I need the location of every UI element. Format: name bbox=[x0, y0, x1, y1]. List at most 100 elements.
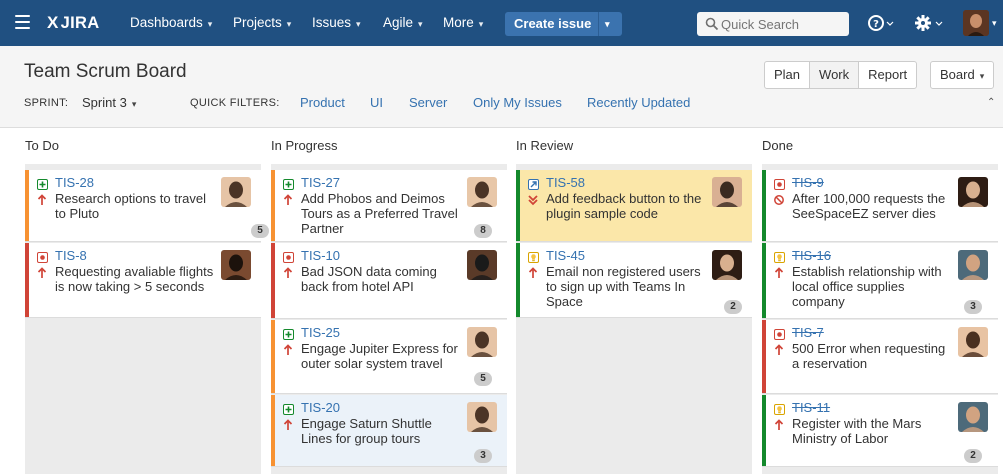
major-priority-icon bbox=[283, 194, 293, 206]
issue-key-link[interactable]: TIS-45 bbox=[546, 248, 585, 263]
jira-logo[interactable]: X JIRA bbox=[47, 0, 99, 46]
collapse-header-icon[interactable]: ⌃ bbox=[987, 97, 995, 108]
issue-summary: Engage Jupiter Express for outer solar s… bbox=[301, 341, 458, 371]
board-menu-button[interactable]: Board ▾ bbox=[931, 62, 993, 88]
major-priority-icon bbox=[37, 267, 47, 279]
column-status-bar bbox=[516, 243, 520, 317]
major-priority-icon bbox=[774, 419, 784, 431]
issue-summary: Email non registered users to sign up wi… bbox=[546, 264, 701, 309]
story-issue-type-icon bbox=[283, 403, 294, 415]
idea-issue-type-icon bbox=[774, 251, 785, 263]
issue-card[interactable]: TIS-9 After 100,000 requests the SeeSpace… bbox=[762, 170, 998, 242]
column-status-bar bbox=[271, 243, 275, 318]
chevron-down-icon: ▾ bbox=[286, 19, 292, 29]
issue-summary: 500 Error when requesting a reservation bbox=[792, 341, 946, 371]
nav-issues[interactable]: Issues ▾ bbox=[312, 0, 361, 46]
issue-card[interactable]: TIS-11 Register with the Mars Ministry of… bbox=[762, 395, 998, 467]
story-points-badge: 8 bbox=[474, 224, 492, 238]
nav-dashboards[interactable]: Dashboards ▾ bbox=[130, 0, 212, 46]
bug-issue-type-icon bbox=[774, 178, 785, 190]
plan-mode-button[interactable]: Plan bbox=[765, 62, 811, 88]
idea-issue-type-icon bbox=[528, 251, 539, 263]
bug-issue-type-icon bbox=[283, 251, 294, 263]
create-options-chevron-icon[interactable]: ▾ bbox=[605, 12, 610, 36]
column-status-bar bbox=[25, 170, 29, 241]
quick-filter-product[interactable]: Product bbox=[300, 95, 345, 110]
user-menu-chevron-icon[interactable]: ▾ bbox=[992, 0, 997, 46]
quick-filter-ui[interactable]: UI bbox=[370, 95, 383, 110]
nav-more[interactable]: More ▾ bbox=[443, 0, 483, 46]
assignee-avatar[interactable] bbox=[467, 250, 497, 280]
issue-key-link[interactable]: TIS-11 bbox=[792, 400, 830, 415]
nav-agile[interactable]: Agile ▾ bbox=[383, 0, 423, 46]
issue-card[interactable]: TIS-8 Requesting avaliable flights is now… bbox=[25, 243, 261, 318]
nav-projects[interactable]: Projects ▾ bbox=[233, 0, 291, 46]
issue-card[interactable]: TIS-58 Add feedback button to the plugin … bbox=[516, 170, 752, 242]
issue-summary: Bad JSON data coming back from hotel API bbox=[301, 264, 437, 294]
issue-summary: After 100,000 requests the SeeSpaceEZ se… bbox=[792, 191, 946, 221]
assignee-avatar[interactable] bbox=[712, 177, 742, 207]
issue-card[interactable]: TIS-28 Research options to travel to Plut… bbox=[25, 170, 269, 242]
column-status-bar bbox=[762, 243, 766, 318]
major-priority-icon bbox=[283, 344, 293, 356]
issue-card[interactable]: TIS-10 Bad JSON data coming back from hot… bbox=[271, 243, 507, 319]
column-status-bar bbox=[25, 243, 29, 317]
assignee-avatar[interactable] bbox=[958, 250, 988, 280]
search-input[interactable] bbox=[721, 14, 843, 34]
issue-key-link[interactable]: TIS-8 bbox=[55, 248, 87, 263]
issue-card[interactable]: TIS-27 Add Phobos and Deimos Tours as a P… bbox=[271, 170, 507, 242]
assignee-avatar[interactable] bbox=[467, 177, 497, 207]
column-header-in-progress: In Progress bbox=[271, 138, 338, 153]
issue-card[interactable]: TIS-45 Email non registered users to sign… bbox=[516, 243, 752, 318]
app-switcher-icon[interactable] bbox=[15, 15, 30, 29]
assignee-avatar[interactable] bbox=[958, 327, 988, 357]
gear-icon[interactable] bbox=[914, 14, 944, 32]
chevron-down-icon: ▾ bbox=[207, 19, 213, 29]
sprint-label: SPRINT: bbox=[24, 97, 69, 109]
issue-key-link[interactable]: TIS-16 bbox=[792, 248, 831, 263]
major-priority-icon bbox=[774, 267, 784, 279]
assignee-avatar[interactable] bbox=[712, 250, 742, 280]
major-priority-icon bbox=[283, 419, 293, 431]
quick-filter-only-my-issues[interactable]: Only My Issues bbox=[473, 95, 562, 110]
work-mode-button[interactable]: Work bbox=[810, 62, 860, 88]
story-points-badge: 3 bbox=[964, 300, 982, 314]
story-issue-type-icon bbox=[37, 178, 48, 190]
quick-search[interactable] bbox=[697, 12, 849, 36]
major-priority-icon bbox=[528, 267, 538, 279]
issue-card[interactable]: TIS-16 Establish relationship with local … bbox=[762, 243, 998, 319]
assignee-avatar[interactable] bbox=[221, 250, 251, 280]
issue-summary: Establish relationship with local office… bbox=[792, 264, 942, 309]
issue-key-link[interactable]: TIS-58 bbox=[546, 175, 585, 190]
assignee-avatar[interactable] bbox=[467, 327, 497, 357]
issue-key-link[interactable]: TIS-20 bbox=[301, 400, 340, 415]
major-priority-icon bbox=[283, 267, 293, 279]
chevron-down-icon: ▾ bbox=[356, 19, 361, 29]
sprint-selector[interactable]: Sprint 3 ▾ bbox=[82, 95, 136, 110]
major-priority-icon bbox=[774, 344, 784, 356]
report-mode-button[interactable]: Report bbox=[859, 62, 916, 88]
issue-summary: Research options to travel to Pluto bbox=[55, 191, 207, 221]
issue-key-link[interactable]: TIS-28 bbox=[55, 175, 94, 190]
user-avatar[interactable] bbox=[963, 10, 989, 36]
issue-key-link[interactable]: TIS-10 bbox=[301, 248, 340, 263]
assignee-avatar[interactable] bbox=[958, 402, 988, 432]
help-icon[interactable]: ? bbox=[868, 14, 894, 32]
issue-key-link[interactable]: TIS-9 bbox=[792, 175, 824, 190]
board-menu: Board ▾ bbox=[930, 61, 995, 89]
issue-key-link[interactable]: TIS-7 bbox=[792, 325, 824, 340]
create-issue-button[interactable]: Create issue ▾ bbox=[505, 12, 622, 36]
issue-key-link[interactable]: TIS-25 bbox=[301, 325, 340, 340]
issue-key-link[interactable]: TIS-27 bbox=[301, 175, 340, 190]
assignee-avatar[interactable] bbox=[467, 402, 497, 432]
blocker-priority-icon bbox=[774, 194, 784, 206]
column-status-bar bbox=[762, 320, 766, 393]
issue-card[interactable]: TIS-20 Engage Saturn Shuttle Lines for gr… bbox=[271, 395, 507, 467]
quick-filter-server[interactable]: Server bbox=[409, 95, 447, 110]
svg-text:?: ? bbox=[873, 19, 879, 30]
issue-card[interactable]: TIS-25 Engage Jupiter Express for outer s… bbox=[271, 320, 507, 394]
issue-card[interactable]: TIS-7 500 Error when requesting a reserva… bbox=[762, 320, 998, 394]
quick-filter-recently-updated[interactable]: Recently Updated bbox=[587, 95, 690, 110]
assignee-avatar[interactable] bbox=[958, 177, 988, 207]
assignee-avatar[interactable] bbox=[221, 177, 251, 207]
